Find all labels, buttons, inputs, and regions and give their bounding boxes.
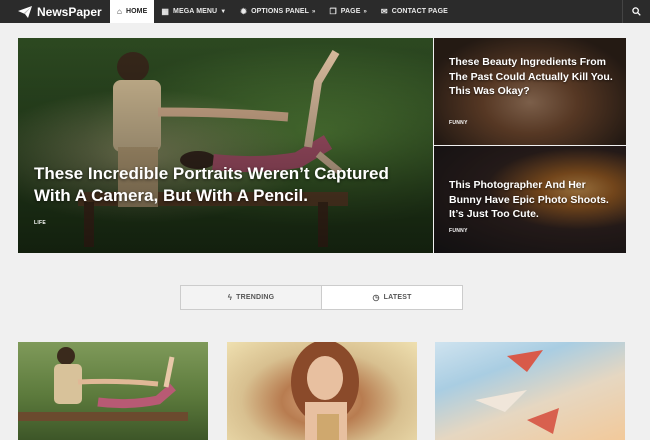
nav-item-page[interactable]: ❐ PAGE » [322,0,373,23]
gear-icon: ✹ [240,7,248,16]
caret-down-icon: ▼ [220,8,227,15]
couple-thumbnail-image [18,347,188,421]
category-label[interactable]: FUNNY [449,228,468,234]
nav-item-contact-page[interactable]: ✉ CONTACT PAGE [374,0,455,23]
tab-label: TRENDING [236,294,275,301]
featured-grid: These Incredible Portraits Weren’t Captu… [18,38,626,253]
post-title[interactable]: These Incredible Portraits Weren’t Captu… [34,163,424,207]
featured-post-main[interactable]: These Incredible Portraits Weren’t Captu… [18,38,433,253]
post-tabs: ϟ TRENDING ◷ LATEST [180,285,463,310]
post-thumbnail[interactable] [18,342,208,440]
nav-item-label: HOME [125,8,148,15]
home-icon: ⌂ [117,7,122,16]
nav-item-label: PAGE [340,8,361,15]
tab-trending[interactable]: ϟ TRENDING [181,286,322,309]
nav-item-label: MEGA MENU [173,8,218,15]
post-title[interactable]: This Photographer And Her Bunny Have Epi… [449,178,614,222]
featured-post-side[interactable]: These Beauty Ingredients From The Past C… [434,38,626,145]
copy-icon: ❐ [329,7,337,16]
category-label[interactable]: LIFE [34,220,46,226]
nav-item-options-panel[interactable]: ✹ OPTIONS PANEL » [233,0,322,23]
bolt-icon: ϟ [227,293,233,302]
nav-item-label: OPTIONS PANEL [251,8,310,15]
search-icon [632,7,641,16]
clock-icon: ◷ [372,293,380,302]
grid-icon: ▦ [161,7,170,16]
category-label[interactable]: FUNNY [449,120,468,126]
post-title[interactable]: These Beauty Ingredients From The Past C… [449,55,614,99]
chevron-right-icon: » [312,8,316,15]
brand-logo[interactable]: NewsPaper [0,0,110,23]
woman-portrait-image [291,342,359,440]
nav-item-label: CONTACT PAGE [391,8,448,15]
mail-icon: ✉ [380,7,388,16]
tab-latest[interactable]: ◷ LATEST [322,286,462,309]
image-overlay [18,38,433,253]
nav-item-home[interactable]: ⌂ HOME [110,0,155,23]
post-thumbnail[interactable] [435,342,625,440]
paper-planes-image [475,350,559,434]
tab-label: LATEST [383,294,412,301]
top-navbar: NewsPaper ⌂ HOME ▦ MEGA MENU ▼ ✹ OPTIONS… [0,0,650,23]
featured-post-side[interactable]: This Photographer And Her Bunny Have Epi… [434,146,626,253]
search-button[interactable] [622,0,650,23]
chevron-right-icon: » [363,8,367,15]
post-thumbnail[interactable] [227,342,417,440]
nav-item-mega-menu[interactable]: ▦ MEGA MENU ▼ [154,0,233,23]
brand-name: NewsPaper [37,4,102,19]
paper-plane-icon [18,5,32,18]
